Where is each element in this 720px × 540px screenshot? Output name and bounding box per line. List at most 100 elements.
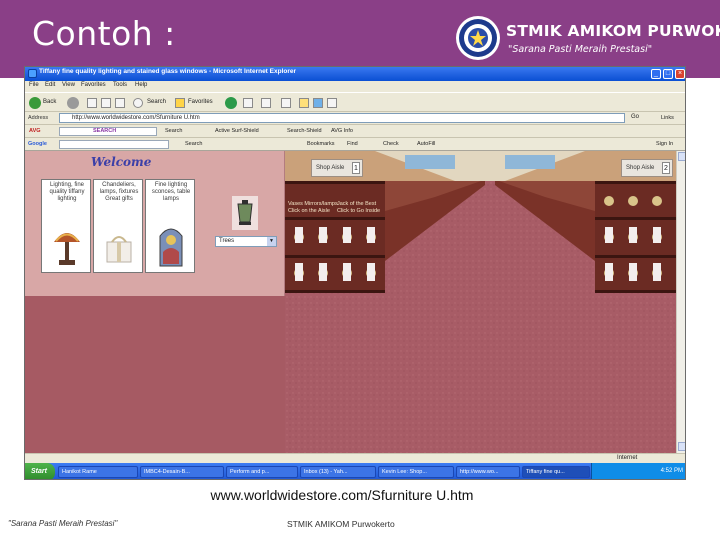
status-zone: Internet [617,455,638,461]
bookmarks-button[interactable]: Bookmarks [307,140,335,149]
back-label[interactable]: Back [43,99,56,105]
category-select-value: Trees [219,238,235,244]
sign-in-button[interactable]: Sign In [656,140,673,149]
menu-bar: File Edit View Favorites Tools Help [25,81,685,92]
product-card-chandeliers[interactable]: Chandeliers, lamps, fixtures Great gifts [93,179,143,273]
taskbar-item[interactable]: Kevin Lee: Shop... [378,466,454,478]
folder-icon[interactable] [299,98,309,108]
category-select[interactable]: Trees ▼ [215,236,277,247]
stained-glass-window-icon [159,228,183,267]
forward-arrow-icon[interactable] [67,97,79,109]
welcome-logo: Welcome [91,155,152,169]
aisle-number: 1 [352,162,360,174]
avg-search-button[interactable]: Search [165,127,182,136]
favorites-label[interactable]: Favorites [188,99,213,105]
menu-file[interactable]: File [29,82,39,88]
window-titlebar: Tiffany fine quality lighting and staine… [25,67,685,81]
aisle-number: 2 [662,162,670,174]
shelf-link[interactable]: Vases Mirrors/lamps [288,201,338,207]
messenger-icon[interactable] [313,98,323,108]
taskbar-item[interactable]: IMBC4-Desain-B... [140,466,224,478]
gift-box-icon [106,236,132,263]
go-button[interactable]: Go [631,114,653,123]
taskbar-item[interactable]: Inbox (13) - Yah... [300,466,376,478]
card-label: Fine lighting sconces, table lamps [151,182,191,202]
google-toolbar: Google Search Bookmarks Find Check AutoF… [25,138,685,151]
search-label[interactable]: Search [147,99,166,105]
check-button[interactable]: Check [383,140,399,149]
menu-view[interactable]: View [62,82,75,88]
shop-aisle-1-sign[interactable]: Shop Aisle 1 [311,159,363,177]
system-tray: 4:52 PM [591,463,685,479]
shelf-link[interactable]: Click to Go Inside [337,208,380,214]
home-icon[interactable] [115,98,125,108]
shelf-link[interactable]: Click on the Aisle [288,208,330,214]
avg-logo-icon: AVG [29,128,41,134]
search-icon[interactable] [133,98,143,108]
scroll-up-icon[interactable] [678,152,685,161]
welcome-panel: Welcome Lighting, fine quality tiffany l… [25,151,285,296]
address-label: Address [28,115,49,121]
close-button[interactable]: × [675,69,685,79]
shop-aisle-2-sign[interactable]: Shop Aisle 2 [621,159,673,177]
footer-motto: "Sarana Pasti Meraih Prestasi" [8,519,118,528]
google-search-input[interactable] [59,140,169,149]
menu-tools[interactable]: Tools [113,82,127,88]
links-button[interactable]: Links [661,115,674,121]
refresh-icon[interactable] [101,98,111,108]
active-surf-shield-button[interactable]: Active Surf-Shield [215,127,259,136]
menu-edit[interactable]: Edit [45,82,55,88]
history-icon[interactable] [225,97,237,109]
shelf-link[interactable]: Jack of the Best [337,201,376,207]
clock: 4:52 PM [660,468,683,474]
avg-info-button[interactable]: AVG Info [331,127,353,136]
footer-name: STMIK AMIKOM Purwokerto [287,519,395,529]
virtual-store[interactable]: Shop Aisle 1 Shop Aisle 2 Vases Mirrors/… [285,151,676,453]
product-card-sconces[interactable]: Fine lighting sconces, table lamps [145,179,195,273]
back-arrow-icon[interactable] [29,97,41,109]
taskbar-item[interactable]: Perform and p... [226,466,298,478]
mail-icon[interactable] [243,98,253,108]
maximize-button[interactable]: □ [663,69,673,79]
aisle-sign-label: Shop Aisle [626,165,655,171]
discuss-icon[interactable] [327,98,337,108]
scroll-down-icon[interactable] [678,442,685,451]
seal-icon [456,16,500,60]
status-bar: Internet [25,453,685,463]
address-input[interactable]: http://www.worldwidestore.com/Sfurniture… [59,113,625,123]
product-card-lighting[interactable]: Lighting, fine quality tiffany lighting [41,179,91,273]
chevron-down-icon[interactable]: ▼ [267,237,276,246]
search-shield-button[interactable]: Search-Shield [287,127,322,136]
url-caption: www.worldwidestore.com/Sfurniture U.htm [0,487,680,503]
google-search-button[interactable]: Search [185,140,202,149]
browser-screenshot: Tiffany fine quality lighting and staine… [24,66,686,480]
store-perspective [285,151,676,453]
favorites-star-icon[interactable] [175,98,185,108]
card-label: Lighting, fine quality tiffany lighting [49,182,85,202]
minimize-button[interactable]: _ [651,69,661,79]
aisle-sign-label: Shop Aisle [316,165,345,171]
slide-title: Contoh : [32,14,176,53]
print-icon[interactable] [261,98,271,108]
avg-search-label: SEARCH [93,128,117,134]
edit-icon[interactable] [281,98,291,108]
autofill-button[interactable]: AutoFill [417,140,435,149]
web-page: Welcome Lighting, fine quality tiffany l… [25,151,676,453]
menu-favorites[interactable]: Favorites [81,82,106,88]
window-title: Tiffany fine quality lighting and staine… [39,68,297,75]
taskbar: Start Hanikot Rame IMBC4-Desain-B... Per… [25,463,685,479]
start-button[interactable]: Start [25,463,55,479]
avg-toolbar: AVG SEARCH Search Active Surf-Shield Sea… [25,125,685,138]
taskbar-item[interactable]: Hanikot Rame [58,466,138,478]
vertical-scrollbar[interactable] [676,151,685,453]
taskbar-item[interactable]: http://www.wo... [456,466,520,478]
card-label: Chandeliers, lamps, fixtures Great gifts [99,182,139,202]
logo-name: STMIK AMIKOM PURWOKERTO [506,22,720,40]
standard-toolbar: Back Search Favorites [25,92,685,112]
stop-icon[interactable] [87,98,97,108]
taskbar-item-active[interactable]: Tiffany fine qu... [522,466,590,478]
menu-help[interactable]: Help [135,82,147,88]
find-button[interactable]: Find [347,140,358,149]
internet-explorer-icon [28,69,37,78]
google-logo: Google [28,141,47,147]
